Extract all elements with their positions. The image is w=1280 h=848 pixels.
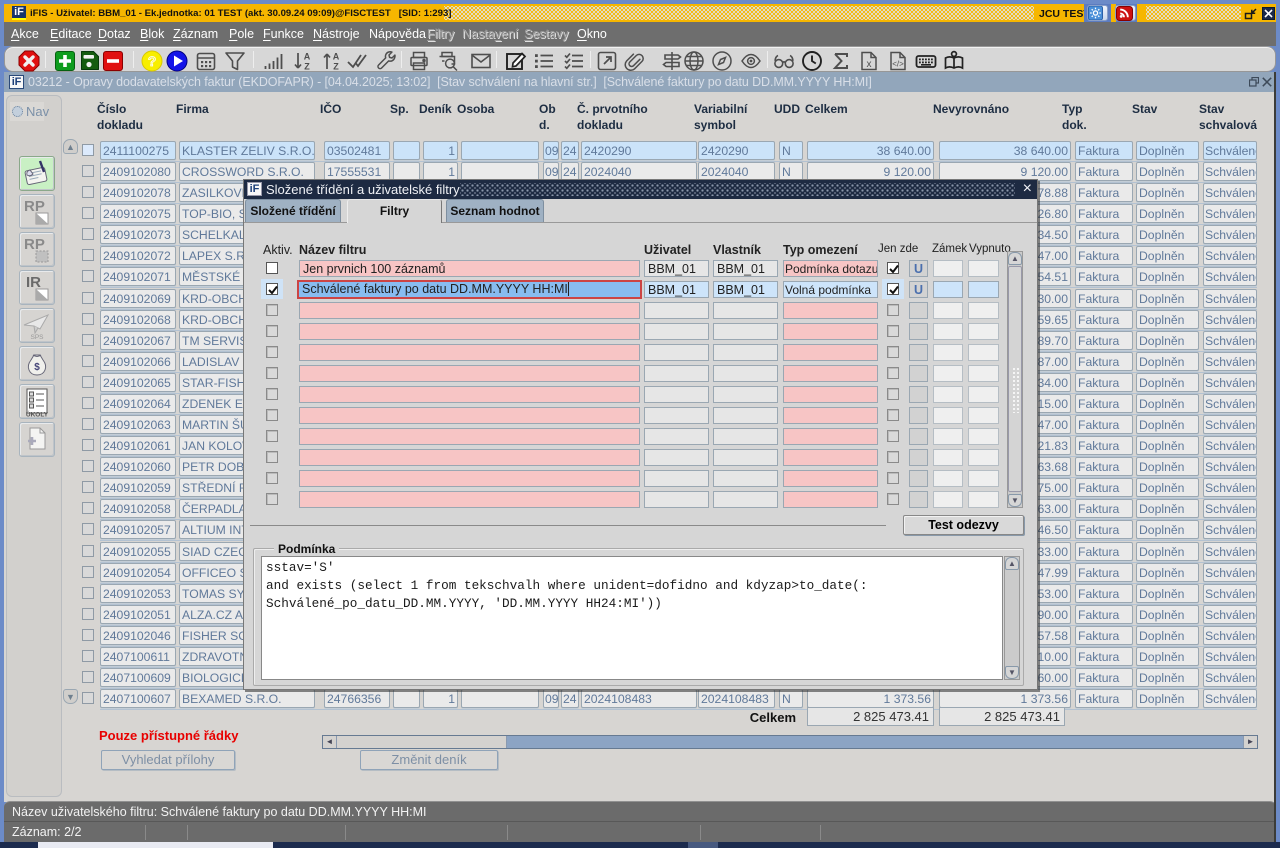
svg-text:Z: Z [333,62,339,72]
svg-text:?: ? [148,53,157,69]
svg-text:Z: Z [304,62,310,72]
svg-text:A: A [333,52,340,62]
svg-text:x: x [867,59,872,70]
svg-text:</>: </> [892,60,904,69]
svg-text:A: A [304,52,311,62]
